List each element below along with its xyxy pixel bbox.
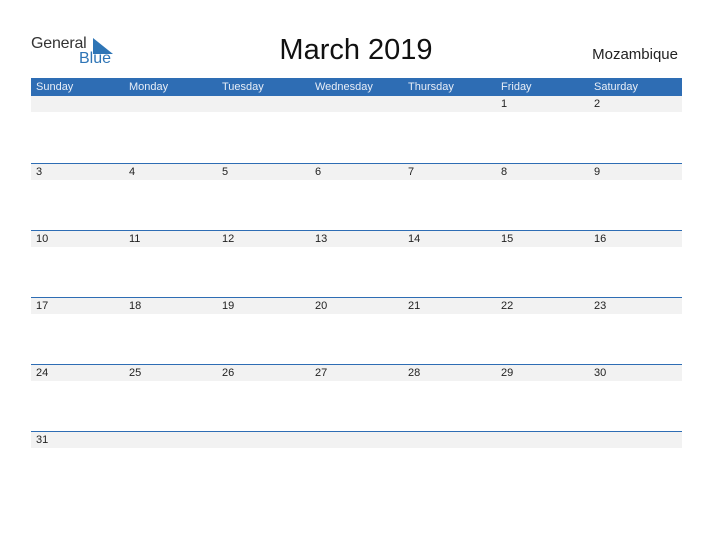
day-cell: 12 (222, 233, 235, 245)
day-cell: 22 (501, 300, 514, 312)
day-cell: 2 (594, 98, 601, 110)
date-band: 3 4 5 6 7 8 9 (31, 164, 682, 180)
date-band: 31 (31, 432, 682, 448)
day-cell (310, 432, 403, 448)
week-row-4: 17 18 19 20 21 22 23 (31, 297, 682, 364)
month-calendar: Sunday Monday Tuesday Wednesday Thursday… (31, 78, 682, 498)
day-cell: 9 (594, 166, 601, 178)
day-cell: 20 (315, 300, 328, 312)
day-cell (589, 432, 682, 448)
day-cell: 10 (36, 233, 49, 245)
day-cell: 17 (36, 300, 49, 312)
date-band: 17 18 19 20 21 22 23 (31, 298, 682, 314)
weekday-header: Sunday Monday Tuesday Wednesday Thursday… (31, 78, 682, 96)
weekday-friday: Friday (501, 81, 532, 93)
day-cell (31, 96, 124, 112)
weekday-saturday: Saturday (594, 81, 639, 93)
day-cell: 24 (36, 367, 49, 379)
weekday-sunday: Sunday (36, 81, 74, 93)
day-cell: 26 (222, 367, 235, 379)
day-cell: 1 (501, 98, 508, 110)
day-cell: 6 (315, 166, 322, 178)
day-cell: 29 (501, 367, 514, 379)
day-cell: 14 (408, 233, 421, 245)
day-cell: 21 (408, 300, 421, 312)
day-cell: 28 (408, 367, 421, 379)
weekday-thursday: Thursday (408, 81, 454, 93)
day-cell: 23 (594, 300, 607, 312)
day-cell: 4 (129, 166, 136, 178)
day-cell: 30 (594, 367, 607, 379)
date-band: 10 11 12 13 14 15 16 (31, 231, 682, 247)
day-cell (310, 96, 403, 112)
week-row-6: 31 (31, 431, 682, 498)
day-cell: 3 (36, 166, 43, 178)
day-cell: 8 (501, 166, 508, 178)
day-cell: 5 (222, 166, 229, 178)
day-cell: 27 (315, 367, 328, 379)
day-cell (403, 96, 496, 112)
weekday-tuesday: Tuesday (222, 81, 264, 93)
day-cell: 18 (129, 300, 142, 312)
date-band: 1 2 (31, 96, 682, 112)
day-cell (124, 432, 217, 448)
day-cell: 7 (408, 166, 415, 178)
day-cell (217, 432, 310, 448)
weekday-monday: Monday (129, 81, 169, 93)
date-band: 24 25 26 27 28 29 30 (31, 365, 682, 381)
week-row-1: 1 2 (31, 96, 682, 163)
week-row-2: 3 4 5 6 7 8 9 (31, 163, 682, 230)
country-label: Mozambique (592, 46, 678, 63)
day-cell (496, 432, 589, 448)
week-row-3: 10 11 12 13 14 15 16 (31, 230, 682, 297)
day-cell (124, 96, 217, 112)
day-cell (217, 96, 310, 112)
day-cell: 19 (222, 300, 235, 312)
weekday-wednesday: Wednesday (315, 81, 373, 93)
day-cell: 13 (315, 233, 328, 245)
day-cell: 25 (129, 367, 142, 379)
day-cell: 16 (594, 233, 607, 245)
day-cell: 31 (36, 434, 49, 446)
week-row-5: 24 25 26 27 28 29 30 (31, 364, 682, 431)
day-cell: 15 (501, 233, 514, 245)
day-cell (403, 432, 496, 448)
day-cell: 11 (129, 233, 141, 245)
